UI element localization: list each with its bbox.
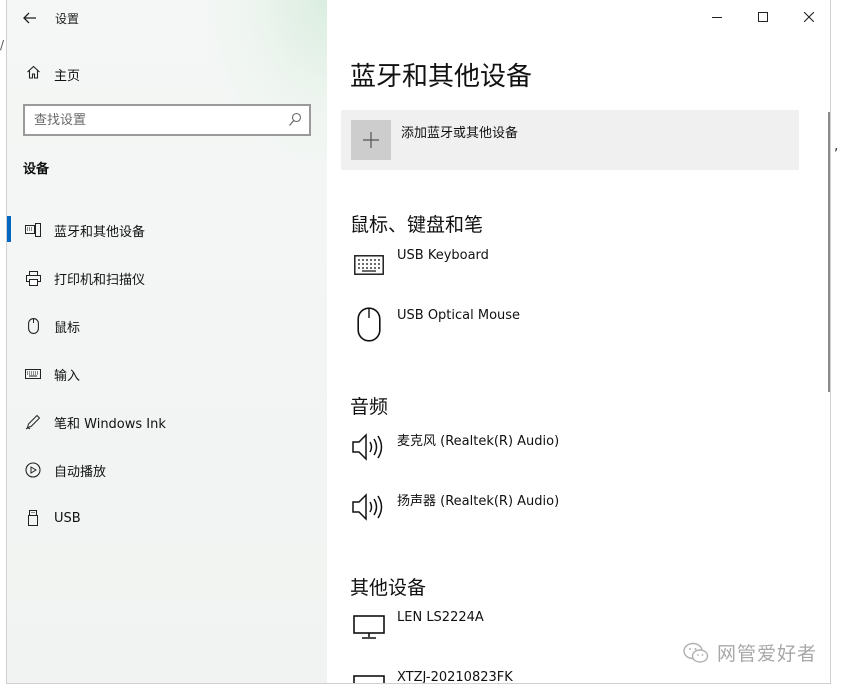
sidebar-item-typing[interactable]: 输入 xyxy=(7,350,327,398)
device-name: LEN LS2224A xyxy=(397,610,484,625)
window-controls xyxy=(694,0,830,34)
minimize-icon xyxy=(712,17,722,18)
sidebar-item-home[interactable]: 主页 xyxy=(7,58,327,90)
titlebar-left: 设置 xyxy=(7,0,327,36)
speaker-icon xyxy=(350,430,388,470)
printer-icon xyxy=(24,269,42,287)
sidebar-item-label: 输入 xyxy=(54,368,81,384)
device-usb-optical-mouse[interactable]: USB Optical Mouse xyxy=(350,307,790,348)
sidebar-nav: 蓝牙和其他设备 打印机和扫描仪 鼠标 输入 笔和 Windows Ink 自动播… xyxy=(7,206,327,542)
device-name: USB Optical Mouse xyxy=(397,308,521,323)
sidebar-item-label: USB xyxy=(54,510,81,526)
sidebar-item-bluetooth[interactable]: 蓝牙和其他设备 xyxy=(7,206,327,254)
sidebar-item-printers[interactable]: 打印机和扫描仪 xyxy=(7,254,327,302)
watermark-label: 网管爱好者 xyxy=(716,643,817,665)
monitor-icon xyxy=(350,610,388,650)
scrollbar[interactable] xyxy=(828,112,830,392)
watermark: 网管爱好者 xyxy=(683,639,817,666)
maximize-icon xyxy=(758,12,768,22)
sidebar-item-label: 笔和 Windows Ink xyxy=(54,416,166,432)
mouse-icon xyxy=(350,307,388,348)
search-icon[interactable] xyxy=(288,112,302,128)
sidebar-item-usb[interactable]: USB xyxy=(7,494,327,542)
device-usb-keyboard[interactable]: USB Keyboard xyxy=(350,248,790,288)
device-xtzj[interactable]: XTZJ-20210823FK xyxy=(350,670,790,684)
device-name: 扬声器 (Realtek(R) Audio) xyxy=(397,494,560,509)
home-icon xyxy=(24,65,42,83)
group-title-other-devices: 其他设备 xyxy=(350,577,427,599)
bluetooth-devices-icon xyxy=(24,221,42,239)
stray-slash: / xyxy=(0,38,5,52)
add-device-button[interactable]: 添加蓝牙或其他设备 xyxy=(341,110,799,170)
add-device-label: 添加蓝牙或其他设备 xyxy=(401,126,519,141)
sidebar-item-pen[interactable]: 笔和 Windows Ink xyxy=(7,398,327,446)
device-name: XTZJ-20210823FK xyxy=(397,670,513,684)
close-button[interactable] xyxy=(786,0,830,34)
sidebar: 设置 主页 设备 蓝牙和其他设备 打印机和扫描仪 xyxy=(7,0,327,683)
sidebar-item-label: 蓝牙和其他设备 xyxy=(54,224,146,240)
mouse-icon xyxy=(24,317,42,335)
device-microphone[interactable]: 麦克风 (Realtek(R) Audio) xyxy=(350,430,790,470)
device-name: USB Keyboard xyxy=(397,248,489,263)
settings-window: 设置 主页 设备 蓝牙和其他设备 打印机和扫描仪 xyxy=(6,0,831,684)
group-title-input-devices: 鼠标、键盘和笔 xyxy=(350,214,484,236)
autoplay-icon xyxy=(24,461,42,479)
sidebar-item-label: 鼠标 xyxy=(54,320,81,336)
plus-icon xyxy=(351,120,391,160)
sidebar-item-mouse[interactable]: 鼠标 xyxy=(7,302,327,350)
back-button[interactable] xyxy=(7,0,53,36)
close-icon xyxy=(804,12,814,22)
speaker-icon xyxy=(350,490,388,530)
sidebar-item-autoplay[interactable]: 自动播放 xyxy=(7,446,327,494)
keyboard-icon xyxy=(350,248,388,288)
group-title-audio: 音频 xyxy=(350,396,389,418)
device-name: 麦克风 (Realtek(R) Audio) xyxy=(397,434,560,449)
keyboard-icon xyxy=(24,365,42,383)
sidebar-item-label: 打印机和扫描仪 xyxy=(54,272,146,288)
maximize-button[interactable] xyxy=(740,0,786,34)
wechat-icon xyxy=(683,642,709,663)
page-title: 蓝牙和其他设备 xyxy=(350,62,533,92)
main-content: 蓝牙和其他设备 添加蓝牙或其他设备 鼠标、键盘和笔 USB Keyboard U… xyxy=(327,0,830,684)
sidebar-item-label: 自动播放 xyxy=(54,464,107,480)
arrow-left-icon xyxy=(23,12,36,24)
sidebar-item-label: 主页 xyxy=(54,68,81,84)
section-title: 设备 xyxy=(23,162,50,177)
device-speaker[interactable]: 扬声器 (Realtek(R) Audio) xyxy=(350,490,790,530)
monitor-icon xyxy=(350,670,388,683)
stray-comma: , xyxy=(834,138,839,154)
pen-icon xyxy=(24,413,42,431)
minimize-button[interactable] xyxy=(694,0,740,34)
search-box[interactable] xyxy=(23,104,311,136)
search-input[interactable] xyxy=(25,112,265,128)
usb-icon xyxy=(24,509,42,527)
app-title: 设置 xyxy=(55,11,80,26)
